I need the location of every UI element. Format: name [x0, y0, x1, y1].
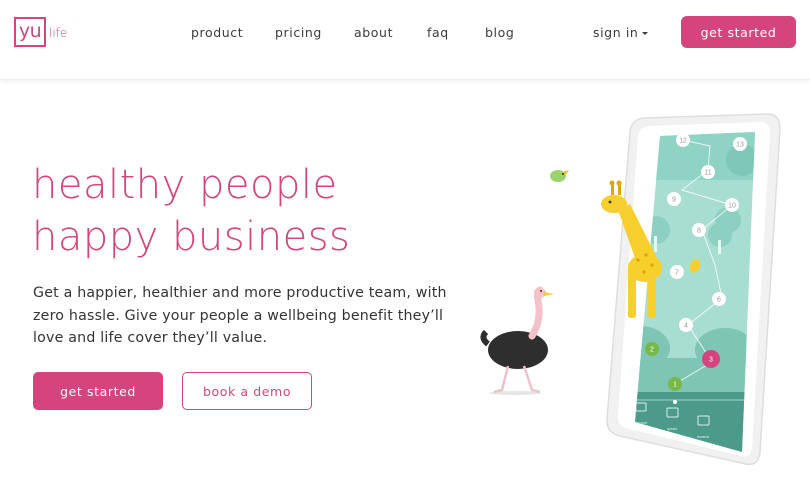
level-node: 9 [672, 197, 676, 204]
level-node: 12 [679, 138, 687, 145]
current-level-node: 3 [709, 357, 713, 364]
level-node: 6 [717, 297, 721, 304]
level-node: 1 [673, 382, 677, 389]
level-node: 11 [704, 170, 711, 177]
get-started-button[interactable]: get started [33, 372, 163, 410]
caret-down-icon [642, 32, 649, 35]
tab-rewards: rewards [697, 435, 710, 439]
bird-illustration [550, 170, 569, 182]
nav-about[interactable]: about [354, 25, 393, 40]
hero-description: Get a happier, healthier and more produc… [33, 285, 447, 346]
hero-title-line-2: happy business [32, 214, 351, 260]
level-node: 10 [728, 203, 736, 210]
level-node: 7 [675, 270, 679, 277]
sign-in-label: sign in [593, 25, 639, 40]
ostrich-illustration [480, 286, 554, 395]
header-get-started-button[interactable]: get started [681, 16, 796, 48]
tab-discover: discover [634, 421, 648, 425]
level-node: 13 [736, 142, 744, 149]
level-node: 4 [684, 323, 688, 330]
tab-quests: quests [667, 427, 678, 431]
hero-illustration: 12 13 11 9 10 8 7 6 4 3 2 1 discover que… [480, 113, 781, 465]
level-node: 2 [650, 347, 654, 354]
nav-faq[interactable]: faq [427, 25, 449, 40]
sign-in-dropdown[interactable]: sign in [593, 25, 649, 40]
nav-blog[interactable]: blog [485, 25, 514, 40]
level-node: 8 [697, 228, 701, 235]
book-demo-button[interactable]: book a demo [182, 372, 312, 410]
hero-title-line-1: healthy people [32, 162, 338, 208]
nav-product[interactable]: product [191, 25, 243, 40]
nav-pricing[interactable]: pricing [275, 25, 322, 40]
site-header: yu life product pricing about faq blog s… [0, 0, 810, 80]
